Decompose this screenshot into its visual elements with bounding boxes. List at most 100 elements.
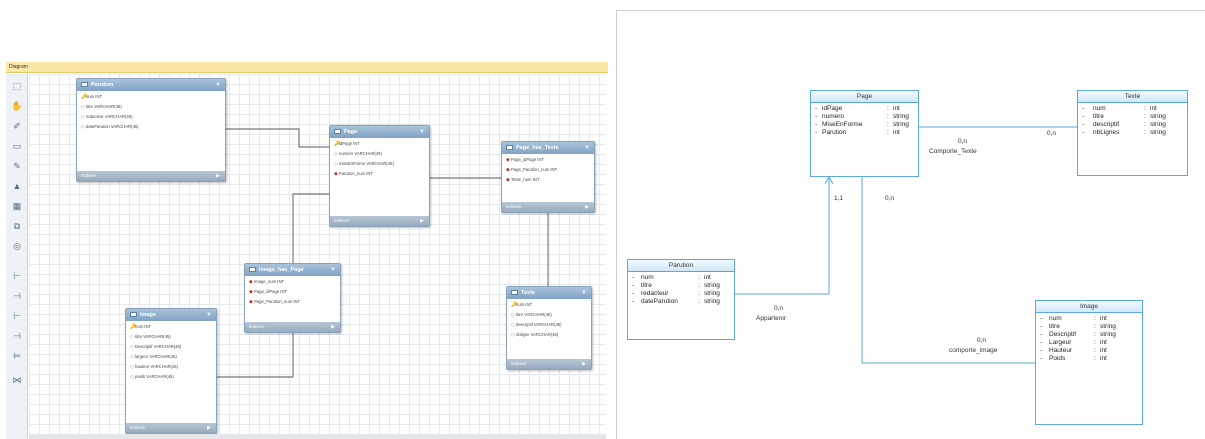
eraser-tool-icon[interactable]: ✐ [11,120,23,132]
er-table-page-has-texte[interactable]: Page_has_Texte ▼ ◆Page_idPage INT ◆Page_P… [501,141,595,213]
er-column-text: nbligne VARCHAR(45) [516,332,559,337]
multiplicity-label: 0,n [958,138,968,145]
collapse-icon[interactable]: ▼ [584,142,590,154]
attr-type: string [1150,129,1166,136]
er-column: ◇titre VARCHAR(45) [126,332,216,342]
er-table-parution[interactable]: Parution ▼ 🔑num INT ◇titre VARCHAR(45) ◇r… [76,78,226,182]
er-column: ◆Parution_num INT [330,169,429,179]
uml-attribute: - Parution: int [815,129,900,136]
collapse-icon[interactable]: ▼ [215,79,221,91]
attr-name: MiseEnForme [822,121,863,128]
er-column: 🔑idPage INT [330,139,429,149]
er-column-text: Page_Parution_num INT [254,299,301,304]
indexes-label: Indexes [81,173,96,178]
indexes-bar[interactable]: Indexes ▶ [502,202,594,212]
table-icon [334,128,341,134]
collapse-icon[interactable]: ▼ [581,287,587,299]
er-column: ◇redacteur VARCHAR(45) [77,112,225,122]
attr-type: string [893,113,909,120]
uml-diagram-panel: Page - idPage: int - numero: string - MiseEnF… [616,10,1205,439]
horizontal-scrollbar[interactable] [29,434,606,439]
collapse-icon[interactable]: ▼ [330,264,336,276]
image-tool-icon[interactable]: ▲ [11,180,23,192]
er-column-text: miseEnForme VARCHAR(45) [339,161,394,166]
uml-attribute: - num: int [632,274,711,281]
er-column: ◆Texte_num INT [502,175,594,185]
attr-name: Largeur [1049,339,1072,346]
er-column: ◇descriptif VARCHAR(45) [507,320,591,330]
er-column: ◇numero VARCHAR(45) [330,149,429,159]
uml-class-parution[interactable]: Parution - num: int - titre: string - redacte… [627,259,735,340]
attr-type: int [893,105,900,112]
multiplicity-label: 1,1 [834,195,844,202]
er-column: ◇largeur VARCHAR(45) [126,352,216,362]
er-column-text: descriptif VARCHAR(45) [516,322,562,327]
er-table-header: Page_has_Texte ▼ [502,142,594,154]
er-table-name: Image [140,312,156,318]
er-column-text: hauteur VARCHAR(45) [135,364,178,369]
attr-type: string [893,121,909,128]
attr-name: num [1049,315,1062,322]
indexes-bar[interactable]: Indexes ▶ [330,216,429,226]
relation-1-n-id-icon[interactable]: ⊣ [11,330,23,342]
attr-type: string [1150,121,1166,128]
view-tool-icon[interactable]: ⧉ [11,220,23,232]
expand-arrow-icon: ▶ [331,324,335,330]
relation-existing-icon[interactable]: ⋈ [11,374,23,386]
er-column-text: num INT [86,94,103,99]
er-table-page[interactable]: Page ▼ 🔑idPage INT ◇numero VARCHAR(45) ◇m… [329,125,430,227]
uml-class-image[interactable]: Image - num: int - titre: string - Descriptif… [1035,300,1143,425]
er-column-text: titre VARCHAR(45) [135,334,171,339]
attr-type: int [1100,355,1107,362]
attr-name: num [641,274,654,281]
relation-1-n-icon[interactable]: ⊣ [11,290,23,302]
er-column-text: Page_idPage INT [254,289,288,294]
routine-tool-icon[interactable]: ◎ [11,240,23,252]
relation-1-1-id-icon[interactable]: ⊢ [11,310,23,322]
diagram-canvas[interactable]: Parution ▼ 🔑num INT ◇titre VARCHAR(45) ◇r… [29,74,606,434]
multiplicity-label: 0,n [885,195,895,202]
attr-type: string [1100,323,1116,330]
attr-type: string [1150,113,1166,120]
er-column: ◆Page_idPage INT [245,287,340,297]
er-column-text: largeur VARCHAR(45) [135,354,177,359]
connector-image-imagehaspage [217,332,294,378]
uml-attribute: - num: int [1040,315,1107,322]
select-tool-icon[interactable]: ⬚ [11,80,23,92]
hand-tool-icon[interactable]: ✋ [11,100,23,112]
er-column-text: numero VARCHAR(45) [339,151,382,156]
uml-class-page[interactable]: Page - idPage: int - numero: string - MiseEnF… [810,90,919,177]
expand-arrow-icon: ▶ [420,218,424,224]
relation-n-m-icon[interactable]: ⊨ [11,350,23,362]
attr-name: numero [822,113,845,120]
er-table-texte[interactable]: Texte ▼ 🔑num INT ◇titre VARCHAR(45) ◇desc… [506,286,592,370]
table-icon [249,266,256,272]
table-tool-icon[interactable]: ▦ [11,200,23,212]
indexes-bar[interactable]: Indexes ▶ [77,171,225,181]
indexes-bar[interactable]: Indexes ▶ [126,423,216,433]
collapse-icon[interactable]: ▼ [419,126,425,138]
uml-class-texte[interactable]: Texte - num: int - titre: string - descriptif… [1077,90,1188,176]
er-column: ◆Image_num INT [245,277,340,287]
collapse-icon[interactable]: ▼ [206,309,212,321]
note-tool-icon[interactable]: ✎ [11,160,23,172]
attr-name: Poids [1049,355,1066,362]
attr-type: string [704,290,720,297]
er-table-image[interactable]: Image ▼ 🔑num INT ◇titre VARCHAR(45) ◇Desc… [125,308,217,434]
table-icon [506,144,513,150]
uml-attribute: - nbLignes: string [1082,129,1166,136]
uml-attribute: - descriptif: string [1082,121,1166,128]
uml-attribute: - titre: string [632,282,720,289]
attr-type: int [1100,339,1107,346]
er-table-name: Page_has_Texte [516,145,559,151]
indexes-label: Indexes [506,204,521,209]
indexes-label: Indexes [249,324,264,329]
uml-attribute: - Descriptif: string [1040,331,1116,338]
relation-1-1-icon[interactable]: ⊢ [11,270,23,282]
layer-tool-icon[interactable]: ▭ [11,140,23,152]
er-table-image-has-page[interactable]: Image_has_Page ▼ ◆Image_num INT ◆Page_idP… [244,263,341,333]
er-table-header: Image_has_Page ▼ [245,264,340,276]
attr-name: titre [641,282,652,289]
indexes-bar[interactable]: Indexes ▶ [507,359,591,369]
indexes-bar[interactable]: Indexes ▶ [245,322,340,332]
